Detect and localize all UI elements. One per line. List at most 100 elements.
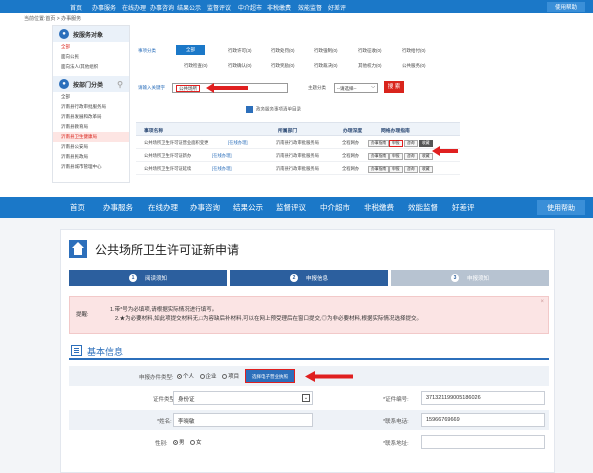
sidebar-item-active[interactable]: 沂南县卫生健康局 bbox=[53, 132, 129, 142]
nav-item-rating[interactable]: 好差评 bbox=[452, 202, 475, 213]
nav-item-online[interactable]: 在线办理 bbox=[122, 3, 146, 12]
radio-project[interactable] bbox=[222, 374, 228, 380]
consult-button[interactable]: 咨询 bbox=[404, 166, 418, 173]
sidebar-item[interactable]: 面向公民 bbox=[53, 52, 129, 62]
phone-field[interactable]: 15966769669 bbox=[421, 413, 545, 427]
category-item[interactable]: 行政征收(0) bbox=[358, 48, 382, 54]
radio-male[interactable] bbox=[173, 440, 178, 446]
theme-select[interactable]: --请选择-- ⌵ bbox=[334, 83, 378, 93]
consult-button[interactable]: 咨询 bbox=[404, 140, 418, 147]
sidebar-heading-target[interactable]: ● 按服务对象 bbox=[53, 26, 129, 42]
id-number-field[interactable]: 371321199005186026 bbox=[421, 391, 545, 405]
sidebar-item[interactable]: 面向法人/其他组织 bbox=[53, 62, 129, 72]
service-name[interactable]: 公共场所卫生许可证新办 bbox=[144, 153, 191, 159]
category-all[interactable]: 全部 bbox=[176, 45, 205, 55]
category-item[interactable]: 行政确认(0) bbox=[228, 63, 252, 69]
nav-item-results[interactable]: 结果公示 bbox=[233, 202, 263, 213]
category-item[interactable]: 行政给付(0) bbox=[402, 48, 426, 54]
guide-button[interactable]: 办事指南 bbox=[368, 166, 390, 173]
apply-button[interactable]: 申报 bbox=[389, 153, 403, 160]
category-item[interactable]: 公共服务(0) bbox=[402, 63, 426, 69]
catalog-link[interactable]: 政务服务事项清单目录 bbox=[246, 106, 301, 113]
sidebar-item[interactable]: 沂南县公安局 bbox=[53, 142, 129, 152]
category-item[interactable]: 行政检查(0) bbox=[184, 63, 208, 69]
service-name[interactable]: 公共场所卫生许可证延续 bbox=[144, 166, 191, 172]
service-name[interactable]: 公共场所卫生许可证营业面积变更 bbox=[144, 140, 208, 146]
phone-label: *联系电话: bbox=[383, 419, 409, 425]
help-button[interactable]: 使用帮助 bbox=[537, 200, 585, 215]
nav-item-supervise[interactable]: 监督评议 bbox=[207, 3, 231, 12]
category-item[interactable]: 行政强制(0) bbox=[314, 48, 338, 54]
sidebar-heading-department[interactable]: ● 按部门分类 ⚲ bbox=[53, 76, 129, 92]
category-label: 事项分类 bbox=[138, 48, 156, 53]
breadcrumb: 当前位置:首页 > 办事服务 bbox=[24, 16, 82, 22]
nav-item-services[interactable]: 办事服务 bbox=[92, 3, 116, 12]
home-icon bbox=[69, 240, 87, 258]
favorite-button[interactable]: 收藏 bbox=[419, 140, 433, 147]
id-type-select[interactable]: 身份证 ⌄ bbox=[173, 391, 313, 405]
nav-item-efficiency[interactable]: 效能监督 bbox=[298, 3, 322, 12]
guide-button[interactable]: 办事指南 bbox=[368, 140, 390, 147]
favorite-button[interactable]: 收藏 bbox=[419, 153, 433, 160]
nav-item-consult[interactable]: 办事咨询 bbox=[190, 202, 220, 213]
search-button[interactable]: 搜 索 bbox=[384, 81, 404, 93]
list-icon bbox=[71, 345, 82, 356]
keyword-label: 请输入关键字 bbox=[138, 85, 165, 90]
category-item[interactable]: 行政奖励(0) bbox=[271, 63, 295, 69]
address-field[interactable] bbox=[421, 435, 545, 449]
table-header: 事项名称 所属部门 办理深度 网络办理指南 bbox=[136, 122, 460, 136]
nav-item-supervise[interactable]: 监督评议 bbox=[276, 202, 306, 213]
red-arrow-annotation bbox=[206, 83, 248, 93]
sidebar-item[interactable]: 沂南县教育局 bbox=[53, 122, 129, 132]
nav-item-online[interactable]: 在线办理 bbox=[148, 202, 178, 213]
favorite-button[interactable]: 收藏 bbox=[419, 166, 433, 173]
nav-item-rating[interactable]: 好差评 bbox=[328, 3, 346, 12]
red-arrow-annotation bbox=[432, 146, 458, 156]
sidebar-item[interactable]: 沂南县民政局 bbox=[53, 152, 129, 162]
nav-item-agency[interactable]: 中介超市 bbox=[320, 202, 350, 213]
step-read-notice: 1 阅读须知 bbox=[69, 270, 227, 286]
table-row: 公共场所卫生许可证营业面积变更 [在线办理] 沂南县行政审批服务局 全程网办 办… bbox=[136, 136, 460, 149]
sidebar-item[interactable]: 全部 bbox=[53, 42, 129, 52]
name-field[interactable]: 李晓敏 bbox=[173, 413, 313, 427]
nav-item-agency[interactable]: 中介超市 bbox=[238, 3, 262, 12]
radio-enterprise[interactable] bbox=[199, 374, 205, 380]
address-label: *联系地址: bbox=[383, 441, 409, 447]
nav-item-fees[interactable]: 非税缴费 bbox=[267, 3, 291, 12]
step-submit-notice: 3 申报须知 bbox=[391, 270, 549, 286]
category-item[interactable]: 行政处罚(0) bbox=[271, 48, 295, 54]
nav-item-efficiency[interactable]: 效能监督 bbox=[408, 202, 438, 213]
apply-button[interactable]: 申报 bbox=[389, 166, 403, 173]
online-tag[interactable]: [在线办理] bbox=[212, 166, 232, 172]
nav-item-home[interactable]: 首页 bbox=[70, 202, 85, 213]
nav-item-services[interactable]: 办事服务 bbox=[103, 202, 133, 213]
sidebar-item[interactable]: 全部 bbox=[53, 92, 129, 102]
step-application-info: 2 申报信息 bbox=[230, 270, 388, 286]
application-panel: 公共场所卫生许可证新申请 1 阅读须知 2 申报信息 3 申报须知 提醒: 1.带*号… bbox=[60, 229, 555, 473]
sidebar-item[interactable]: 沂南县发展和改革局 bbox=[53, 112, 129, 122]
form-row: 证件类型: 身份证 ⌄ *证件编号: 371321199005186026 bbox=[69, 388, 549, 408]
top-nav: 首页 办事服务 在线办理 办事咨询 结果公示 监督评议 中介超市 非税缴费 效能… bbox=[0, 197, 593, 218]
online-tag[interactable]: [在线办理] bbox=[228, 140, 248, 146]
application-screen: 首页 办事服务 在线办理 办事咨询 结果公示 监督评议 中介超市 非税缴费 效能… bbox=[0, 197, 593, 473]
radio-female[interactable] bbox=[190, 440, 196, 446]
page-title: 公共场所卫生许可证新申请 bbox=[69, 240, 239, 258]
select-business-license-button[interactable]: 选择电子营业执照 bbox=[245, 369, 295, 383]
help-button[interactable]: 使用帮助 bbox=[546, 2, 585, 12]
category-item[interactable]: 行政裁决(0) bbox=[314, 63, 338, 69]
category-item[interactable]: 其他权力(0) bbox=[358, 63, 382, 69]
sidebar-item[interactable]: 沂南县城市管理中心 bbox=[53, 162, 129, 172]
nav-item-fees[interactable]: 非税缴费 bbox=[364, 202, 394, 213]
nav-item-consult[interactable]: 办事咨询 bbox=[150, 3, 174, 12]
guide-button[interactable]: 办事指南 bbox=[368, 153, 390, 160]
nav-item-results[interactable]: 结果公示 bbox=[177, 3, 201, 12]
search-icon[interactable]: ⚲ bbox=[117, 80, 123, 89]
apply-button[interactable]: 申报 bbox=[389, 140, 403, 147]
consult-button[interactable]: 咨询 bbox=[404, 153, 418, 160]
radio-personal[interactable] bbox=[177, 374, 182, 380]
close-icon[interactable]: × bbox=[540, 299, 544, 305]
sidebar-item[interactable]: 沂南县行政审批服务局 bbox=[53, 102, 129, 112]
online-tag[interactable]: [在线办理] bbox=[212, 153, 232, 159]
category-item[interactable]: 行政许可(3) bbox=[228, 48, 252, 54]
nav-item-home[interactable]: 首页 bbox=[70, 3, 82, 12]
